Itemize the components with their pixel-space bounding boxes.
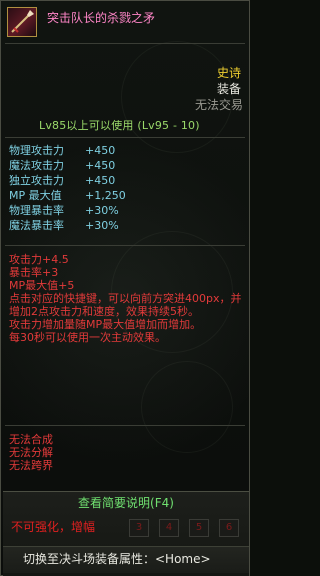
stat-value: +450 bbox=[85, 174, 116, 187]
stat-label: 物理攻击力 bbox=[9, 144, 64, 157]
enhance-slot: 4 bbox=[159, 519, 179, 537]
divider bbox=[5, 425, 245, 426]
stat-row: 魔法攻击力 +450 bbox=[9, 158, 245, 173]
trade-status: 无法交易 bbox=[194, 98, 243, 112]
enhance-row: 不可强化，增幅 3 4 5 6 bbox=[3, 518, 249, 538]
stat-value: +1,250 bbox=[85, 189, 126, 202]
bottom-panel: 查看简要说明(F4) 不可强化，增幅 3 4 5 6 切换至决斗场装备属性：<H… bbox=[3, 491, 249, 576]
stat-row: 物理暴击率 +30% bbox=[9, 203, 245, 218]
stat-row: 物理攻击力 +450 bbox=[9, 143, 245, 158]
restrictions-list: 无法合成 无法分解 无法跨界 bbox=[9, 433, 53, 472]
stat-value: +450 bbox=[85, 159, 116, 172]
effect-line: 每30秒可以使用一次主动效果。 bbox=[9, 331, 166, 344]
enhance-slot: 6 bbox=[219, 519, 239, 537]
stat-label: 物理暴击率 bbox=[9, 204, 64, 217]
stat-value: +450 bbox=[85, 144, 116, 157]
background-rune bbox=[141, 361, 233, 453]
restriction-line: 无法合成 bbox=[9, 433, 53, 446]
item-tooltip: 突击队长的杀戮之矛 史诗 装备 无法交易 Lv85以上可以使用 (Lv95 - … bbox=[0, 0, 250, 576]
effect-line: 暴击率+3 bbox=[9, 266, 59, 279]
item-name: 突击队长的杀戮之矛 bbox=[47, 11, 156, 25]
divider bbox=[5, 245, 245, 246]
stat-value: +30% bbox=[85, 219, 119, 232]
slot-label: 装备 bbox=[216, 82, 241, 96]
level-requirement: Lv85以上可以使用 (Lv95 - 10) bbox=[39, 119, 200, 132]
switch-attributes-label: 切换至决斗场装备属性：<Home> bbox=[23, 552, 211, 566]
stat-row: 魔法暴击率 +30% bbox=[9, 218, 245, 233]
restriction-line: 无法分解 bbox=[9, 446, 53, 459]
brief-description-button[interactable]: 查看简要说明(F4) bbox=[3, 492, 249, 514]
enhance-status: 不可强化，增幅 bbox=[11, 520, 96, 534]
effect-line: 攻击力+4.5 bbox=[9, 253, 69, 266]
divider bbox=[5, 43, 245, 44]
effect-line: 点击对应的快捷键，可以向前方突进400px，并增加2点攻击力和速度，效果持续5秒… bbox=[9, 292, 242, 318]
stat-value: +30% bbox=[85, 204, 119, 217]
effects-list: 攻击力+4.5 暴击率+3 MP最大值+5 点击对应的快捷键，可以向前方突进40… bbox=[9, 253, 245, 344]
stat-row: 独立攻击力 +450 bbox=[9, 173, 245, 188]
stat-label: 魔法攻击力 bbox=[9, 159, 64, 172]
stat-label: 独立攻击力 bbox=[9, 174, 64, 187]
spear-icon bbox=[7, 7, 37, 37]
restriction-line: 无法跨界 bbox=[9, 459, 53, 472]
switch-attributes-bar[interactable]: 切换至决斗场装备属性：<Home> bbox=[3, 546, 249, 573]
enhance-slot: 3 bbox=[129, 519, 149, 537]
enhance-slot: 5 bbox=[189, 519, 209, 537]
stat-label: 魔法暴击率 bbox=[9, 219, 64, 232]
effect-line: MP最大值+5 bbox=[9, 279, 75, 292]
stats-list: 物理攻击力 +450 魔法攻击力 +450 独立攻击力 +450 MP 最大值 … bbox=[9, 143, 245, 233]
divider bbox=[5, 137, 245, 138]
rarity-label: 史诗 bbox=[216, 66, 241, 80]
stat-row: MP 最大值 +1,250 bbox=[9, 188, 245, 203]
tooltip-header: 突击队长的杀戮之矛 bbox=[5, 5, 247, 41]
effect-line: 攻击力增加量随MP最大值增加而增加。 bbox=[9, 318, 202, 331]
stat-label: MP 最大值 bbox=[9, 189, 62, 202]
